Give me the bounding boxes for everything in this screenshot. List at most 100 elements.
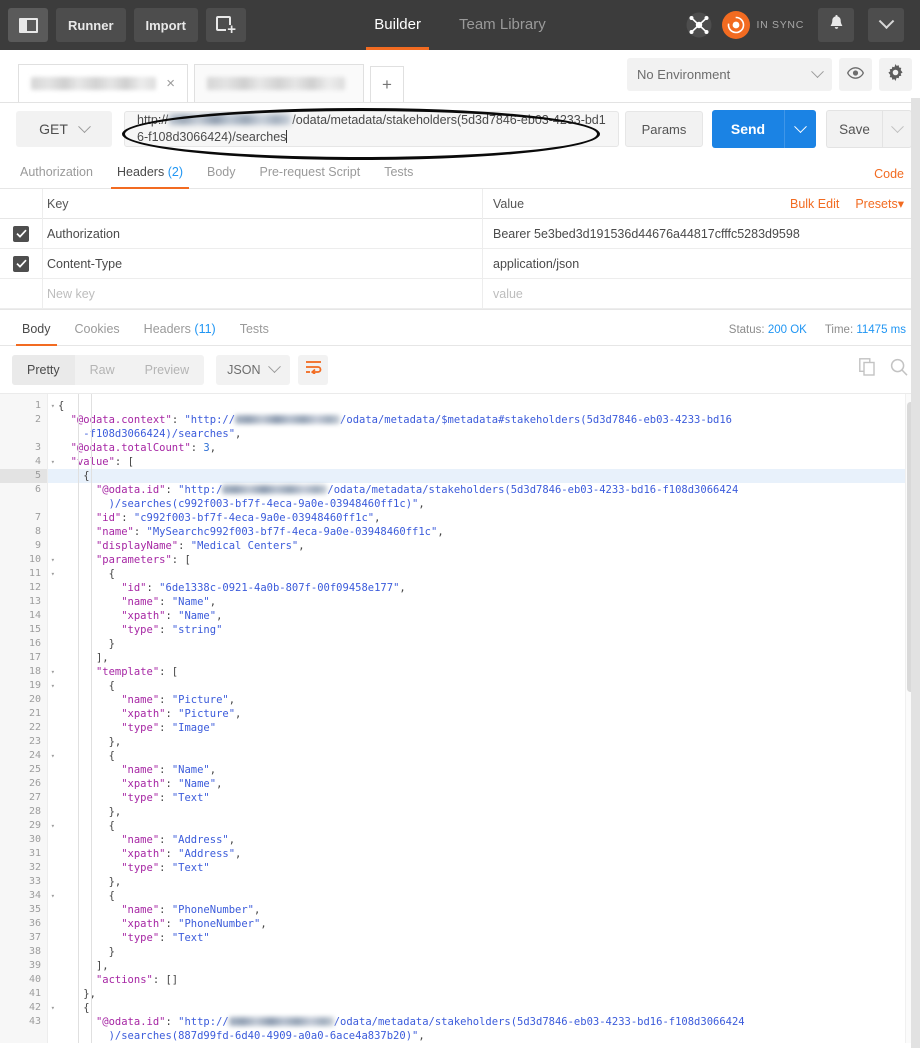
tab-tests[interactable]: Tests [372, 165, 425, 188]
table-row[interactable]: Content-Type application/json [0, 248, 920, 279]
save-options-button[interactable] [882, 110, 912, 148]
chevron-down-icon [78, 119, 91, 133]
response-tab-tests[interactable]: Tests [228, 322, 281, 345]
window-scrollbar[interactable] [911, 98, 920, 1048]
close-icon[interactable]: × [164, 76, 177, 91]
save-button[interactable]: Save [826, 110, 882, 148]
line-number: 6 [34, 484, 41, 495]
view-mode-preview[interactable]: Preview [130, 355, 204, 385]
http-method-select[interactable]: GET [16, 111, 112, 147]
account-menu-button[interactable] [868, 8, 904, 42]
url-input[interactable]: http:///odata/metadata/stakeholders(5d3d… [124, 111, 619, 147]
send-button[interactable]: Send [712, 110, 784, 148]
tab-builder-label: Builder [374, 16, 421, 33]
request-bar: GET http:///odata/metadata/stakeholders(… [0, 103, 920, 160]
response-tool-right [859, 358, 908, 381]
response-tab-headers[interactable]: Headers (11) [132, 322, 228, 345]
table-row[interactable]: Authorization Bearer 5e3bed3d191536d4467… [0, 218, 920, 249]
new-key-input[interactable]: New key [42, 278, 482, 309]
response-body-code[interactable]: 1▾234▾5▾678910▾11▾12131415161718▾19▾2021… [0, 393, 920, 1043]
response-tab-body[interactable]: Body [10, 322, 63, 346]
view-mode-group: Pretty Raw Preview [12, 354, 205, 385]
code-line: "@odata.id": "http:///odata/metadata/sta… [95, 1016, 745, 1028]
checkbox-checked-icon[interactable] [13, 225, 29, 242]
environment-select[interactable]: No Environment [627, 58, 832, 91]
code-link[interactable]: Code [874, 167, 904, 181]
status-value: 200 OK [767, 324, 807, 336]
time-badge: Time: 11475 ms [825, 324, 906, 336]
time-value: 11475 ms [856, 324, 906, 336]
tab-pre-request-script[interactable]: Pre-request Script [247, 165, 372, 188]
tab-authorization[interactable]: Authorization [8, 165, 105, 188]
notifications-button[interactable] [818, 8, 854, 42]
params-button[interactable]: Params [625, 111, 703, 147]
view-mode-raw[interactable]: Raw [75, 355, 130, 385]
line-number: 30 [28, 834, 41, 845]
code-line: )/searches(c992f003-bf7f-4eca-9a0e-03948… [108, 498, 425, 510]
code-line: }, [108, 876, 122, 888]
window-scrollbar-thumb[interactable] [911, 98, 920, 738]
redacted-host [235, 415, 341, 424]
tab-team-library[interactable]: Team Library [459, 0, 546, 50]
postman-window: Runner Import + Builder Team Library IN … [0, 0, 920, 1048]
code-line: { [108, 568, 115, 580]
send-group: Send [712, 110, 816, 148]
line-number: 15 [28, 624, 41, 635]
time-label: Time: [824, 324, 854, 336]
view-mode-preview-label: Preview [144, 362, 190, 377]
view-mode-pretty[interactable]: Pretty [12, 354, 75, 385]
new-value-input[interactable]: value [482, 278, 920, 309]
sidebar-toggle-button[interactable] [8, 8, 48, 42]
environment-settings-button[interactable] [879, 58, 912, 91]
import-button[interactable]: Import [133, 8, 198, 42]
line-number: 9 [34, 540, 41, 551]
line-number: 1 ▾ [34, 400, 55, 411]
add-tab-button[interactable]: + [370, 66, 404, 102]
response-format-select[interactable]: JSON [216, 354, 291, 385]
code-line: ], [95, 652, 109, 664]
sync-status[interactable]: IN SYNC [721, 11, 805, 39]
interceptor-button[interactable] [680, 6, 718, 44]
header-key[interactable]: Content-Type [42, 248, 482, 279]
new-request-button[interactable]: + [205, 8, 246, 42]
code-line: "type": "Text" [121, 862, 210, 874]
row-enable-checkbox[interactable] [0, 255, 42, 272]
row-enable-checkbox[interactable] [0, 225, 42, 242]
save-label: Save [839, 121, 870, 137]
checkbox-checked-icon[interactable] [13, 255, 29, 272]
sidebar-toggle-icon [18, 17, 38, 33]
send-options-button[interactable] [784, 110, 816, 148]
gear-icon [887, 63, 904, 86]
header-value[interactable]: Bearer 5e3bed3d191536d44676a44817cfffc52… [482, 218, 920, 249]
header-value[interactable]: application/json [482, 248, 920, 279]
wrap-text-button[interactable] [298, 354, 329, 385]
line-number-gutter: 1▾234▾5▾678910▾11▾12131415161718▾19▾2021… [0, 394, 55, 1043]
tab-headers[interactable]: Headers (2) [105, 165, 195, 189]
request-tab-2[interactable] [194, 64, 364, 102]
environment-quick-look-button[interactable] [839, 58, 872, 91]
interceptor-icon [686, 12, 712, 38]
line-number: 32 [28, 862, 41, 873]
presets-button[interactable]: Presets▾ [855, 189, 904, 219]
header-key[interactable]: Authorization [42, 218, 482, 249]
request-tab-1[interactable]: × [18, 64, 188, 102]
line-number: 38 [28, 946, 41, 957]
line-number: 14 [28, 610, 41, 621]
code-line: )/searches(887d99fd-6d40-4909-a0a0-6ace4… [108, 1030, 425, 1042]
plus-icon: + [382, 74, 392, 94]
code-line: { [108, 680, 115, 692]
line-number: 8 [34, 526, 41, 537]
code-line: }, [83, 988, 96, 1000]
tab-builder[interactable]: Builder [366, 0, 429, 50]
table-row-new[interactable]: New key value [0, 278, 920, 309]
response-tab-cookies[interactable]: Cookies [63, 322, 132, 345]
runner-button[interactable]: Runner [56, 8, 126, 42]
tab-body[interactable]: Body [195, 165, 248, 188]
bulk-edit-button[interactable]: Bulk Edit [790, 189, 839, 219]
json-code-lines[interactable]: { "@odata.context": "http:///odata/metad… [48, 394, 920, 1043]
search-button[interactable] [890, 358, 908, 381]
response-meta: Status: 200 OK Time: 11475 ms [729, 324, 906, 336]
import-label: Import [145, 17, 186, 33]
copy-button[interactable] [859, 358, 876, 381]
response-section-tabs: Body Cookies Headers (11) Tests Status: … [0, 310, 920, 346]
